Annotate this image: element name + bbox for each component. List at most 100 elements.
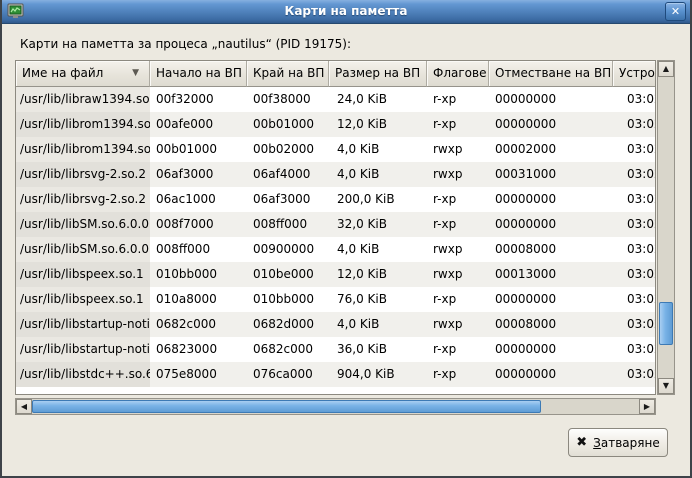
horizontal-scrollbar-thumb[interactable]: [32, 400, 541, 413]
arrow-down-icon: ▼: [659, 379, 673, 393]
memory-maps-table: Име на файл ▼ Начало на ВП Край на ВП Ра…: [15, 60, 656, 395]
cell-vm-offset: 00008000: [489, 312, 613, 337]
cell-vm-offset: 00013000: [489, 262, 613, 287]
table-row[interactable]: /usr/lib/libraw1394.so.8 00f32000 00f380…: [16, 87, 655, 112]
close-x-icon: ✖: [576, 435, 587, 450]
cell-flags: r-xp: [427, 362, 489, 387]
table-row[interactable]: /usr/lib/libSM.so.6.0.0 008f7000 008ff00…: [16, 212, 655, 237]
cell-vm-start: 00afe000: [150, 112, 247, 137]
scroll-left-button[interactable]: ◀: [16, 399, 32, 414]
cell-vm-offset: 00000000: [489, 87, 613, 112]
cell-flags: r-xp: [427, 187, 489, 212]
column-header-flags[interactable]: Флагове: [427, 61, 489, 87]
table-row[interactable]: /usr/lib/libspeex.so.1 010a8000 010bb000…: [16, 287, 655, 312]
arrow-left-icon: ◀: [17, 400, 31, 414]
scroll-up-button[interactable]: ▲: [658, 61, 674, 77]
cell-vm-start: 06ac1000: [150, 187, 247, 212]
cell-vm-start: 075e8000: [150, 362, 247, 387]
vertical-scrollbar-thumb[interactable]: [659, 302, 673, 345]
cell-vm-start: 06823000: [150, 337, 247, 362]
column-header-label: Край на ВП: [253, 66, 324, 80]
scroll-down-button[interactable]: ▼: [658, 378, 674, 394]
cell-vm-start: 00f32000: [150, 87, 247, 112]
cell-vm-offset: 00000000: [489, 112, 613, 137]
process-description-label: Карти на паметта за процеса „nautilus“ (…: [20, 37, 351, 51]
cell-vm-size: 12,0 KiB: [329, 262, 427, 287]
cell-vm-offset: 00000000: [489, 362, 613, 387]
cell-device: 03:02: [613, 237, 656, 262]
cell-vm-end: 0682c000: [247, 337, 329, 362]
cell-flags: rwxp: [427, 312, 489, 337]
column-header-label: Размер на ВП: [335, 66, 420, 80]
column-header-vm-size[interactable]: Размер на ВП: [329, 61, 427, 87]
titlebar[interactable]: Карти на паметта ✕: [2, 0, 690, 24]
cell-vm-end: 0682d000: [247, 312, 329, 337]
cell-filename: /usr/lib/libspeex.so.1: [16, 287, 150, 312]
column-header-vm-offset[interactable]: Отместване на ВП: [489, 61, 613, 87]
cell-device: 03:02: [613, 87, 656, 112]
column-header-label: Устройство: [619, 66, 656, 80]
cell-vm-size: 76,0 KiB: [329, 287, 427, 312]
cell-device: 03:02: [613, 262, 656, 287]
cell-vm-start: 010bb000: [150, 262, 247, 287]
cell-vm-end: 00b01000: [247, 112, 329, 137]
vertical-scrollbar[interactable]: ▲ ▼: [657, 60, 675, 395]
cell-vm-end: 076ca000: [247, 362, 329, 387]
cell-device: 03:02: [613, 312, 656, 337]
cell-vm-offset: 00002000: [489, 137, 613, 162]
arrow-up-icon: ▲: [659, 62, 673, 76]
cell-flags: r-xp: [427, 212, 489, 237]
cell-vm-end: 06af4000: [247, 162, 329, 187]
cell-vm-end: 010bb000: [247, 287, 329, 312]
cell-vm-start: 008ff000: [150, 237, 247, 262]
cell-vm-offset: 00000000: [489, 337, 613, 362]
horizontal-scrollbar[interactable]: ◀ ▶: [15, 398, 656, 415]
cell-vm-end: 06af3000: [247, 187, 329, 212]
table-row[interactable]: /usr/lib/libSM.so.6.0.0 008ff000 0090000…: [16, 237, 655, 262]
cell-filename: /usr/lib/librsvg-2.so.2: [16, 187, 150, 212]
memory-maps-dialog: Карти на паметта ✕ Карти на паметта за п…: [0, 0, 692, 478]
table-row[interactable]: /usr/lib/librsvg-2.so.2 06ac1000 06af300…: [16, 187, 655, 212]
cell-filename: /usr/lib/libstdc++.so.6: [16, 362, 150, 387]
cell-vm-size: 32,0 KiB: [329, 212, 427, 237]
cell-vm-size: 4,0 KiB: [329, 162, 427, 187]
table-row[interactable]: /usr/lib/librsvg-2.so.2 06af3000 06af400…: [16, 162, 655, 187]
cell-device: 03:02: [613, 112, 656, 137]
table-row[interactable]: /usr/lib/libspeex.so.1 010bb000 010be000…: [16, 262, 655, 287]
column-header-device[interactable]: Устройство: [613, 61, 656, 87]
cell-device: 03:02: [613, 137, 656, 162]
cell-vm-offset: 00031000: [489, 162, 613, 187]
cell-vm-size: 12,0 KiB: [329, 112, 427, 137]
cell-vm-offset: 00008000: [489, 237, 613, 262]
cell-filename: /usr/lib/libraw1394.so.8: [16, 87, 150, 112]
close-dialog-button[interactable]: ✖ Затваряне: [568, 428, 668, 457]
cell-vm-end: 00b02000: [247, 137, 329, 162]
table-row[interactable]: /usr/lib/librom1394.so.0 00b01000 00b020…: [16, 137, 655, 162]
cell-device: 03:02: [613, 287, 656, 312]
table-row[interactable]: /usr/lib/librom1394.so.0 00afe000 00b010…: [16, 112, 655, 137]
column-header-label: Флагове: [433, 66, 486, 80]
table-row[interactable]: /usr/lib/libstartup-notification-1.so.0 …: [16, 312, 655, 337]
cell-vm-start: 0682c000: [150, 312, 247, 337]
scroll-right-button[interactable]: ▶: [639, 399, 655, 414]
cell-flags: rwxp: [427, 262, 489, 287]
titlebar-close-button[interactable]: ✕: [665, 2, 686, 21]
column-header-label: Име на файл: [22, 66, 103, 80]
cell-filename: /usr/lib/librom1394.so.0: [16, 112, 150, 137]
cell-flags: r-xp: [427, 287, 489, 312]
close-button-label: Затваряне: [593, 436, 660, 450]
cell-device: 03:02: [613, 337, 656, 362]
cell-vm-start: 06af3000: [150, 162, 247, 187]
cell-filename: /usr/lib/libstartup-notification-1.so.0: [16, 337, 150, 362]
table-row[interactable]: /usr/lib/libstartup-notification-1.so.0 …: [16, 337, 655, 362]
column-header-vm-start[interactable]: Начало на ВП: [150, 61, 247, 87]
cell-flags: r-xp: [427, 337, 489, 362]
table-row[interactable]: /usr/lib/libstdc++.so.6 075e8000 076ca00…: [16, 362, 655, 387]
column-header-label: Начало на ВП: [156, 66, 242, 80]
cell-vm-size: 24,0 KiB: [329, 87, 427, 112]
column-header-filename[interactable]: Име на файл ▼: [16, 61, 150, 87]
cell-filename: /usr/lib/libspeex.so.1: [16, 262, 150, 287]
column-header-vm-end[interactable]: Край на ВП: [247, 61, 329, 87]
cell-device: 03:02: [613, 162, 656, 187]
cell-vm-start: 008f7000: [150, 212, 247, 237]
